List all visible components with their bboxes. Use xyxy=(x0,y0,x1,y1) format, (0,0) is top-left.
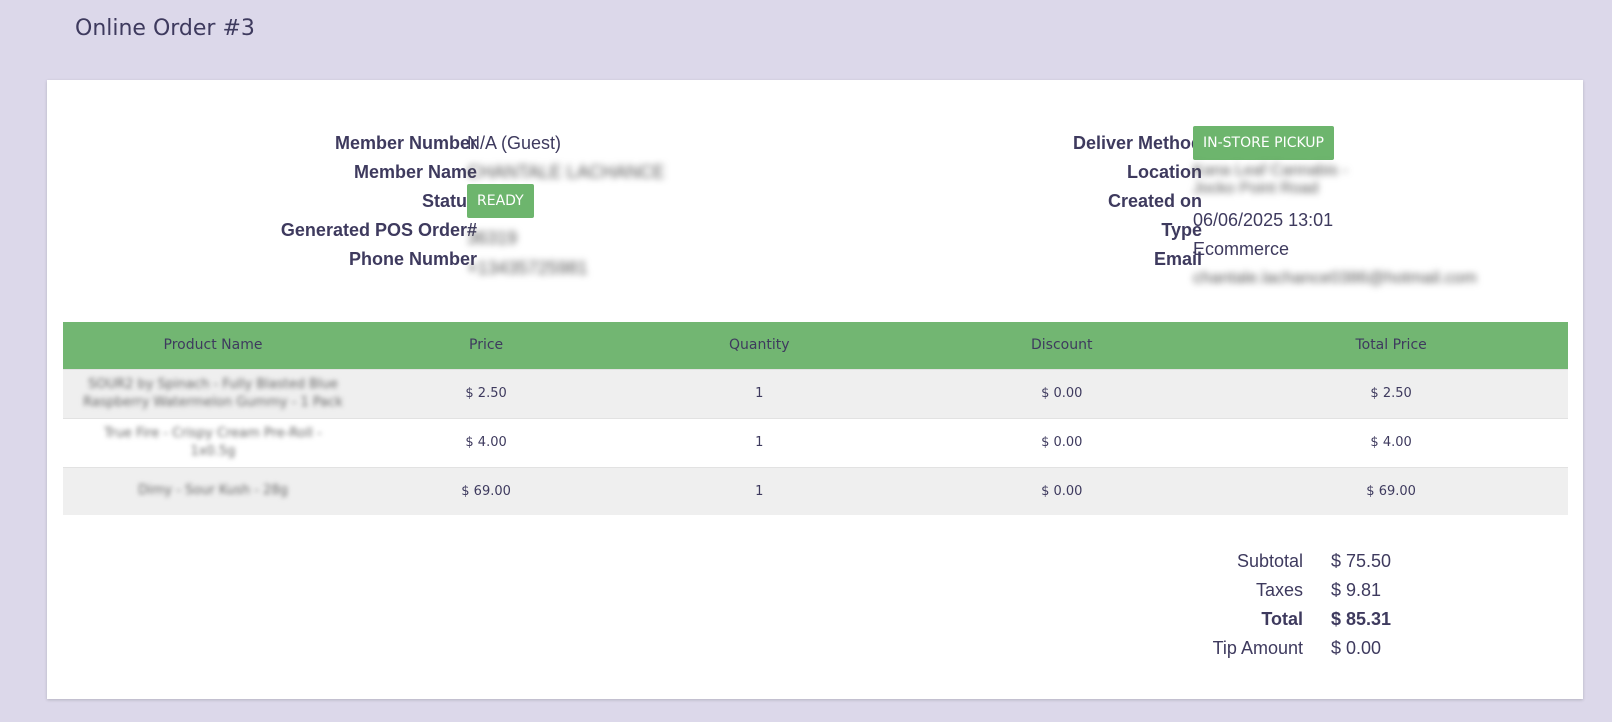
created-on-label: Created on xyxy=(1107,191,1202,211)
email-value: chantale.lachance0386@hotmail.com xyxy=(1193,268,1477,287)
discount-cell: $ 0.00 xyxy=(909,466,1215,515)
price-cell: $ 4.00 xyxy=(363,417,610,467)
table-row: Dimy - Sour Kush - 28g $ 69.00 1 $ 0.00 … xyxy=(63,466,1568,515)
location-label: Location xyxy=(1127,162,1202,182)
quantity-cell: 1 xyxy=(609,417,910,467)
phone-value: +13435725981 xyxy=(467,258,588,278)
discount-cell: $ 0.00 xyxy=(909,368,1215,418)
product-name-cell: SOUR2 by Spinach - Fully Blasted Blue Ra… xyxy=(63,368,363,418)
header-quantity: Quantity xyxy=(609,322,910,369)
price-cell: $ 2.50 xyxy=(363,368,610,418)
header-product-name: Product Name xyxy=(63,322,363,369)
total-price-cell: $ 2.50 xyxy=(1214,368,1568,418)
phone-label: Phone Number xyxy=(348,249,477,269)
member-name-label: Member Name xyxy=(353,162,477,182)
quantity-cell: 1 xyxy=(609,466,910,515)
product-name-cell: True Fire - Crispy Cream Pre-Roll - 1x0.… xyxy=(63,417,363,467)
tip-amount-label: Tip Amount xyxy=(1212,638,1303,658)
order-details-card: Member Number N/A (Guest) Member Name CH… xyxy=(47,80,1583,699)
table-row: SOUR2 by Spinach - Fully Blasted Blue Ra… xyxy=(63,368,1568,418)
deliver-method-label: Deliver Method xyxy=(1072,133,1202,153)
table-row: True Fire - Crispy Cream Pre-Roll - 1x0.… xyxy=(63,417,1568,467)
quantity-cell: 1 xyxy=(609,368,910,418)
member-number-value: N/A (Guest) xyxy=(467,133,562,153)
type-value: Ecommerce xyxy=(1193,239,1290,259)
member-name-value: CHANTALE LACHANCE xyxy=(467,162,665,182)
total-price-cell: $ 4.00 xyxy=(1214,417,1568,467)
header-total-price: Total Price xyxy=(1214,322,1568,369)
total-label: Total xyxy=(1261,609,1303,629)
pos-order-label: Generated POS Order# xyxy=(280,220,477,240)
taxes-label: Taxes xyxy=(1255,580,1303,600)
header-price: Price xyxy=(363,322,610,369)
product-name-cell: Dimy - Sour Kush - 28g xyxy=(63,466,363,515)
deliver-method-badge[interactable]: IN-STORE PICKUP xyxy=(1193,126,1334,160)
email-label: Email xyxy=(1153,249,1202,269)
type-label: Type xyxy=(1161,220,1202,240)
taxes-value: $ 9.81 xyxy=(1331,580,1382,600)
member-number-label: Member Number xyxy=(334,133,477,153)
location-value: Kana Leaf Cannabis - Jocko Point Road xyxy=(1193,162,1348,197)
subtotal-value: $ 75.50 xyxy=(1331,551,1392,571)
product-name: SOUR2 by Spinach - Fully Blasted Blue Ra… xyxy=(83,376,343,410)
discount-cell: $ 0.00 xyxy=(909,417,1215,467)
total-price-cell: $ 69.00 xyxy=(1214,466,1568,515)
tip-amount-value: $ 0.00 xyxy=(1331,638,1382,658)
header-discount: Discount xyxy=(909,322,1215,369)
product-name: True Fire - Crispy Cream Pre-Roll - 1x0.… xyxy=(104,425,322,459)
page-title: Online Order #3 xyxy=(75,16,255,41)
subtotal-label: Subtotal xyxy=(1236,551,1303,571)
product-name: Dimy - Sour Kush - 28g xyxy=(138,483,288,499)
order-items-table: Product Name Price Quantity Discount Tot… xyxy=(63,322,1568,515)
total-value: $ 85.31 xyxy=(1331,609,1392,629)
created-on-value: 06/06/2025 13:01 xyxy=(1193,210,1334,230)
table-header-row: Product Name Price Quantity Discount Tot… xyxy=(63,322,1568,369)
price-cell: $ 69.00 xyxy=(363,466,610,515)
status-badge[interactable]: READY xyxy=(467,184,534,218)
pos-order-value: 36319 xyxy=(467,228,518,248)
